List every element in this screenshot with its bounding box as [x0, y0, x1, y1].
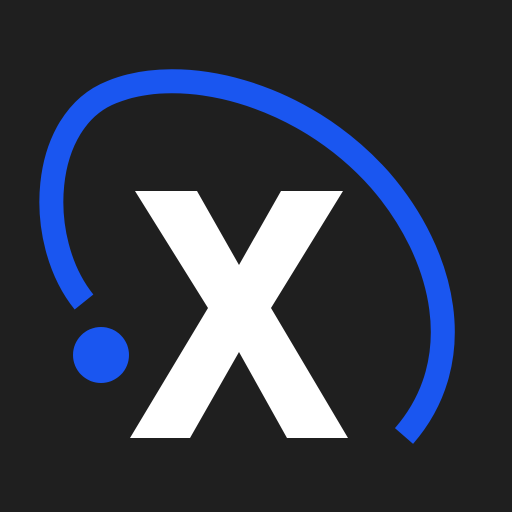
- orbit-dot: [73, 327, 129, 383]
- x-logo-icon: [0, 0, 512, 512]
- app-logo: [0, 0, 512, 512]
